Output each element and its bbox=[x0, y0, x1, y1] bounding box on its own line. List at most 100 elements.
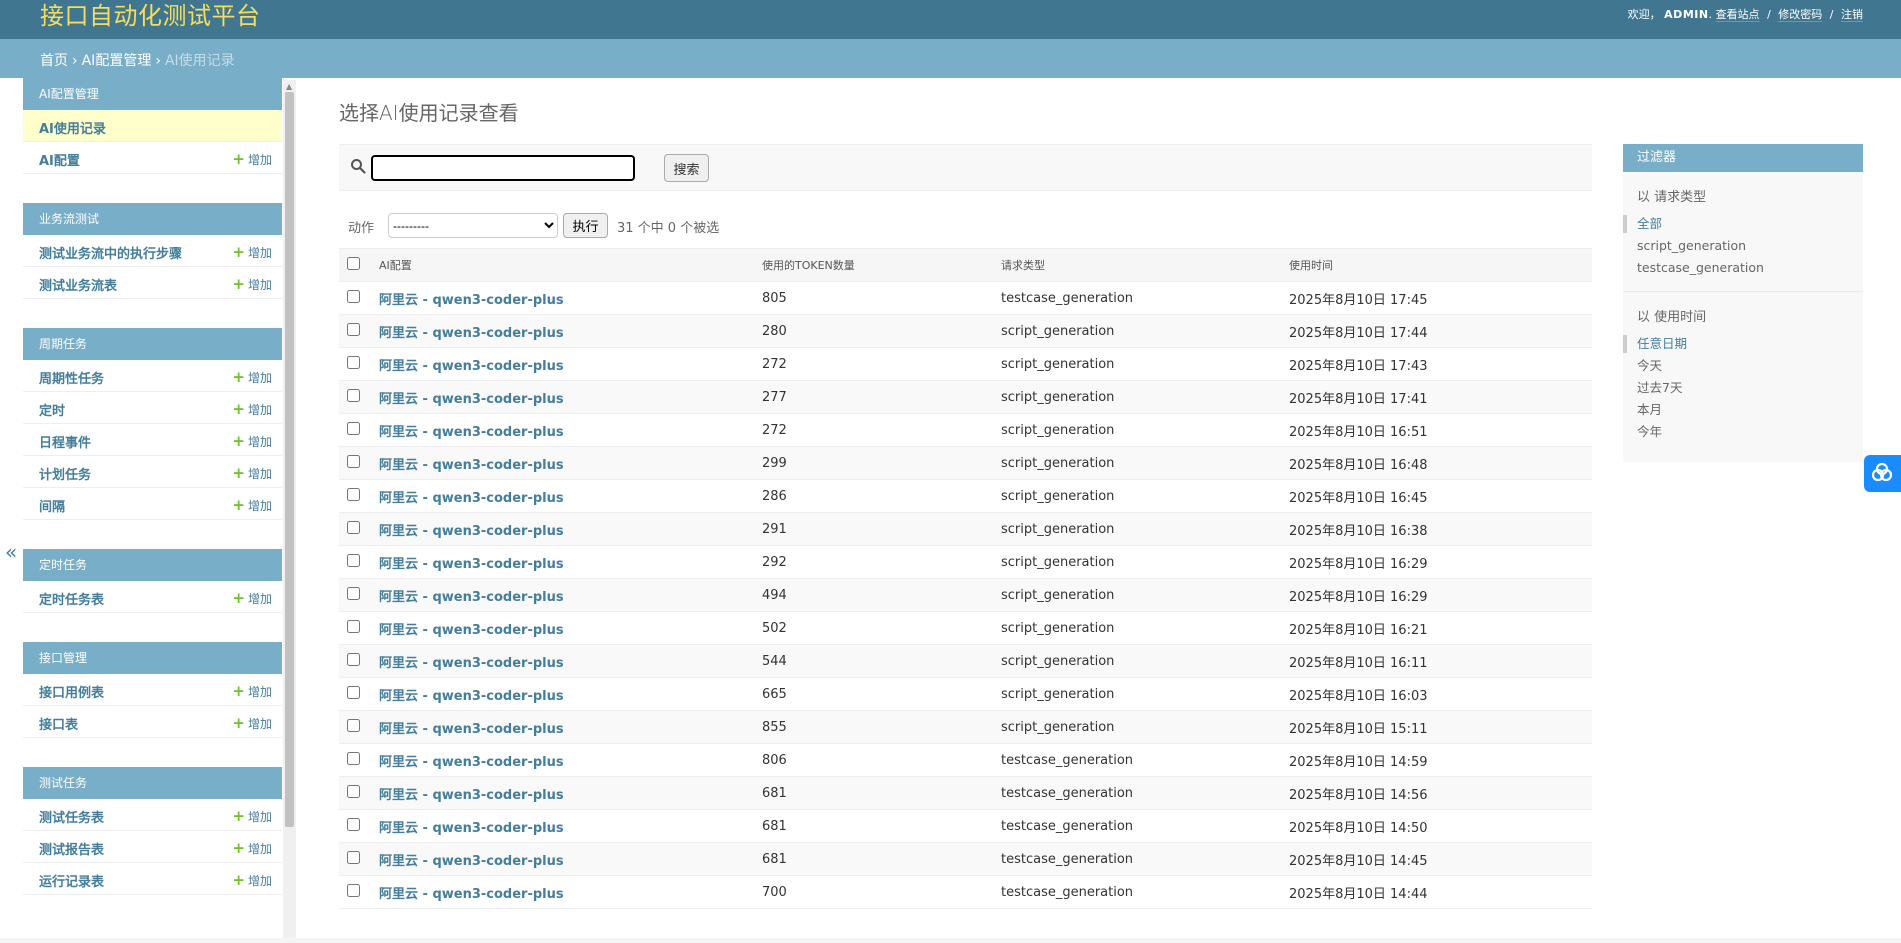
row-checkbox[interactable] bbox=[347, 817, 360, 831]
filter-option[interactable]: 今年 bbox=[1637, 421, 1863, 443]
row-checkbox[interactable] bbox=[347, 454, 360, 468]
sidebar-module-caption[interactable]: 定时任务 bbox=[23, 549, 282, 581]
row-checkbox[interactable] bbox=[347, 751, 360, 765]
sidebar-item-link[interactable]: 接口表 bbox=[39, 714, 78, 733]
record-link[interactable]: 阿里云 - qwen3-coder-plus bbox=[379, 392, 564, 407]
run-action-button[interactable]: 执行 bbox=[563, 213, 608, 238]
column-header-request-type[interactable]: 请求类型 bbox=[1001, 248, 1289, 282]
site-brand[interactable]: 接口自动化测试平台 bbox=[40, 0, 261, 31]
scroll-up-icon[interactable]: ▲ bbox=[286, 82, 292, 91]
sidebar-scrollbar[interactable]: ▲ bbox=[283, 80, 296, 943]
row-checkbox[interactable] bbox=[347, 685, 360, 699]
row-checkbox[interactable] bbox=[347, 487, 360, 501]
row-checkbox[interactable] bbox=[347, 619, 360, 633]
sidebar-item-link[interactable]: 计划任务 bbox=[39, 464, 91, 483]
sidebar-module-caption[interactable]: 周期任务 bbox=[23, 328, 282, 360]
record-link[interactable]: 阿里云 - qwen3-coder-plus bbox=[379, 590, 564, 605]
column-header-usage-time[interactable]: 使用时间 bbox=[1289, 248, 1592, 282]
cloud-widget-button[interactable] bbox=[1864, 455, 1901, 492]
sidebar-item-link[interactable]: AI配置 bbox=[39, 150, 80, 169]
record-link[interactable]: 阿里云 - qwen3-coder-plus bbox=[379, 491, 564, 506]
add-button[interactable]: + 增加 bbox=[232, 464, 272, 482]
add-button[interactable]: + 增加 bbox=[232, 496, 272, 514]
row-checkbox[interactable] bbox=[347, 850, 360, 864]
row-checkbox[interactable] bbox=[347, 553, 360, 567]
add-button[interactable]: + 增加 bbox=[232, 589, 272, 607]
sidebar-module-caption[interactable]: AI配置管理 bbox=[23, 78, 282, 110]
record-link[interactable]: 阿里云 - qwen3-coder-plus bbox=[379, 359, 564, 374]
record-link[interactable]: 阿里云 - qwen3-coder-plus bbox=[379, 458, 564, 473]
add-button[interactable]: + 增加 bbox=[232, 150, 272, 168]
sidebar-item-link[interactable]: 运行记录表 bbox=[39, 871, 104, 890]
action-select[interactable]: --------- bbox=[388, 213, 558, 238]
filter-option[interactable]: 本月 bbox=[1637, 399, 1863, 421]
breadcrumb-app[interactable]: AI配置管理 bbox=[82, 53, 152, 69]
row-checkbox[interactable] bbox=[347, 355, 360, 369]
sidebar-item-link[interactable]: 定时 bbox=[39, 400, 65, 419]
add-button[interactable]: + 增加 bbox=[232, 807, 272, 825]
sidebar-item-link[interactable]: 间隔 bbox=[39, 496, 65, 515]
sidebar-module-caption[interactable]: 接口管理 bbox=[23, 642, 282, 674]
row-checkbox[interactable] bbox=[347, 322, 360, 336]
row-checkbox[interactable] bbox=[347, 388, 360, 402]
filter-option[interactable]: script_generation bbox=[1637, 235, 1863, 257]
record-link[interactable]: 阿里云 - qwen3-coder-plus bbox=[379, 722, 564, 737]
toggle-sidebar-button[interactable]: « bbox=[5, 540, 17, 564]
row-checkbox[interactable] bbox=[347, 586, 360, 600]
view-site-link[interactable]: 查看站点 bbox=[1715, 8, 1760, 22]
row-checkbox[interactable] bbox=[347, 421, 360, 435]
change-password-link[interactable]: 修改密码 bbox=[1778, 8, 1823, 22]
record-link[interactable]: 阿里云 - qwen3-coder-plus bbox=[379, 326, 564, 341]
record-link[interactable]: 阿里云 - qwen3-coder-plus bbox=[379, 293, 564, 308]
record-link[interactable]: 阿里云 - qwen3-coder-plus bbox=[379, 755, 564, 770]
row-checkbox[interactable] bbox=[347, 718, 360, 732]
sidebar-module-caption[interactable]: 测试任务 bbox=[23, 767, 282, 799]
add-button[interactable]: + 增加 bbox=[232, 714, 272, 732]
record-link[interactable]: 阿里云 - qwen3-coder-plus bbox=[379, 788, 564, 803]
sidebar-item-link[interactable]: 测试业务流中的执行步骤 bbox=[39, 243, 182, 262]
filter-option[interactable]: 任意日期 bbox=[1623, 333, 1863, 355]
row-checkbox[interactable] bbox=[347, 520, 360, 534]
add-button[interactable]: + 增加 bbox=[232, 682, 272, 700]
add-button[interactable]: + 增加 bbox=[232, 432, 272, 450]
add-button[interactable]: + 增加 bbox=[232, 243, 272, 261]
logout-link[interactable]: 注销 bbox=[1841, 8, 1863, 22]
record-link[interactable]: 阿里云 - qwen3-coder-plus bbox=[379, 623, 564, 638]
record-link[interactable]: 阿里云 - qwen3-coder-plus bbox=[379, 887, 564, 902]
sidebar-item-link[interactable]: 测试业务流表 bbox=[39, 275, 117, 294]
filter-option[interactable]: 全部 bbox=[1623, 213, 1863, 235]
search-input[interactable] bbox=[371, 155, 635, 181]
record-link[interactable]: 阿里云 - qwen3-coder-plus bbox=[379, 821, 564, 836]
filter-option[interactable]: testcase_generation bbox=[1637, 257, 1863, 279]
sidebar-item-link[interactable]: 测试报告表 bbox=[39, 839, 104, 858]
record-link[interactable]: 阿里云 - qwen3-coder-plus bbox=[379, 854, 564, 869]
sidebar-item-link[interactable]: 测试任务表 bbox=[39, 807, 104, 826]
sidebar-module-caption[interactable]: 业务流测试 bbox=[23, 203, 282, 235]
column-header-ai-config[interactable]: AI配置 bbox=[379, 248, 762, 282]
column-header-token-count[interactable]: 使用的TOKEN数量 bbox=[762, 248, 1001, 282]
row-checkbox[interactable] bbox=[347, 652, 360, 666]
search-button[interactable]: 搜索 bbox=[664, 154, 709, 182]
row-checkbox[interactable] bbox=[347, 883, 360, 897]
record-link[interactable]: 阿里云 - qwen3-coder-plus bbox=[379, 656, 564, 671]
scrollbar-thumb[interactable] bbox=[285, 92, 294, 827]
site-title[interactable]: 接口自动化测试平台 bbox=[40, 2, 261, 30]
row-checkbox[interactable] bbox=[347, 784, 360, 798]
filter-option[interactable]: 过去7天 bbox=[1637, 377, 1863, 399]
breadcrumb-home[interactable]: 首页 bbox=[40, 53, 68, 69]
sidebar-item-link[interactable]: 日程事件 bbox=[39, 432, 91, 451]
record-link[interactable]: 阿里云 - qwen3-coder-plus bbox=[379, 425, 564, 440]
add-button[interactable]: + 增加 bbox=[232, 368, 272, 386]
add-button[interactable]: + 增加 bbox=[232, 275, 272, 293]
row-checkbox[interactable] bbox=[347, 289, 360, 303]
record-link[interactable]: 阿里云 - qwen3-coder-plus bbox=[379, 689, 564, 704]
add-button[interactable]: + 增加 bbox=[232, 400, 272, 418]
sidebar-item-link[interactable]: AI使用记录 bbox=[39, 118, 106, 137]
add-button[interactable]: + 增加 bbox=[232, 871, 272, 889]
filter-option[interactable]: 今天 bbox=[1637, 355, 1863, 377]
add-button[interactable]: + 增加 bbox=[232, 839, 272, 857]
record-link[interactable]: 阿里云 - qwen3-coder-plus bbox=[379, 557, 564, 572]
select-all-checkbox[interactable] bbox=[347, 257, 360, 270]
sidebar-item-link[interactable]: 定时任务表 bbox=[39, 589, 104, 608]
sidebar-item-link[interactable]: 周期性任务 bbox=[39, 368, 104, 387]
